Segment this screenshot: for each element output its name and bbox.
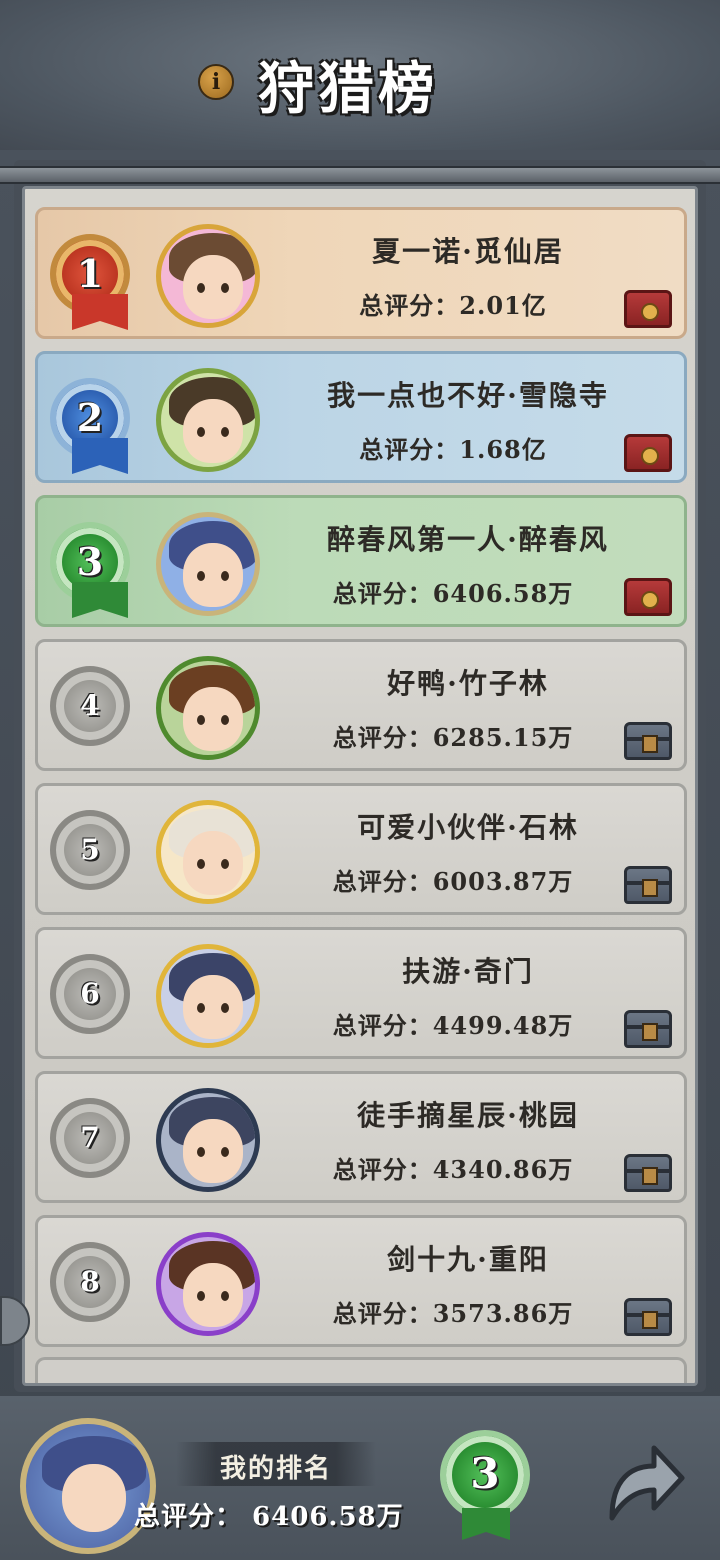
avatar-eye: [197, 1003, 205, 1013]
ranking-list[interactable]: 8 剑十九·重阳总评分：3573.86万 7 徒手摘星辰·桃园总评分：4340.86万…: [22, 186, 698, 1386]
list-item[interactable]: 3 醉春风第一人·醉春风 总评分：6406.58万: [35, 495, 687, 627]
player-score: 总评分：3573.86万: [332, 1299, 574, 1328]
list-item[interactable]: 5 可爱小伙伴·石林总评分：6003.87万: [35, 783, 687, 915]
my-rank-badge: 3: [440, 1430, 530, 1520]
avatar-face: [183, 255, 243, 319]
avatar-eye: [221, 283, 229, 293]
player-avatar[interactable]: [156, 512, 260, 616]
avatar-eye: [197, 859, 205, 869]
page-title: 狩猎榜: [258, 56, 438, 122]
player-name: 剑十九·重阳: [387, 1243, 549, 1276]
player-name: 徒手摘星辰·桃园: [357, 1099, 579, 1132]
info-icon[interactable]: i: [198, 64, 234, 100]
my-rank-label: 我的排名: [219, 1454, 332, 1484]
reward-chest-icon[interactable]: [624, 1298, 672, 1336]
player-avatar[interactable]: [156, 368, 260, 472]
player-avatar[interactable]: [156, 1232, 260, 1336]
avatar-eye: [221, 427, 229, 437]
list-item[interactable]: 1 夏一诺·觅仙居 总评分：2.01亿: [35, 207, 687, 339]
avatar-eye: [221, 1147, 229, 1157]
reward-chest-icon[interactable]: [624, 1154, 672, 1192]
my-total-score: 总评分： 6406.58万: [134, 1502, 404, 1532]
my-avatar-face: [62, 1464, 126, 1532]
reward-chest-icon[interactable]: [624, 434, 672, 472]
player-score: 总评分：6003.87万: [332, 867, 574, 896]
reward-chest-icon[interactable]: [624, 1010, 672, 1048]
scroll-rod: [0, 166, 720, 184]
rank-badge: 6: [50, 954, 130, 1034]
player-name: 醉春风第一人·醉春风: [327, 523, 609, 556]
player-avatar[interactable]: [156, 944, 260, 1048]
rank-number: 5: [80, 833, 100, 866]
avatar-eye: [197, 1147, 205, 1157]
player-score: 总评分：6285.15万: [332, 723, 574, 752]
avatar-eye: [197, 427, 205, 437]
avatar-face: [183, 1119, 243, 1183]
player-name: 夏一诺·觅仙居: [372, 235, 564, 268]
reward-chest-icon[interactable]: [624, 722, 672, 760]
player-score: 总评分：1.68亿: [359, 435, 547, 464]
player-name: 可爱小伙伴·石林: [357, 811, 579, 844]
avatar-eye: [197, 715, 205, 725]
rank-badge: 5: [50, 810, 130, 890]
rank-number: 8: [80, 1265, 100, 1298]
list-item-partial: [35, 1357, 687, 1383]
player-score: 总评分：4499.48万: [332, 1011, 574, 1040]
avatar-eye: [221, 571, 229, 581]
avatar-eye: [221, 859, 229, 869]
player-name: 扶游·奇门: [402, 955, 534, 988]
avatar-eye: [197, 1291, 205, 1301]
avatar-face: [183, 687, 243, 751]
player-score: 总评分：2.01亿: [359, 291, 547, 320]
rank-number: 7: [80, 1121, 100, 1154]
avatar-face: [183, 543, 243, 607]
avatar-eye: [221, 715, 229, 725]
reward-chest-icon[interactable]: [624, 866, 672, 904]
share-arrow-icon[interactable]: [602, 1438, 686, 1530]
reward-chest-icon[interactable]: [624, 578, 672, 616]
rank-badge: 8: [50, 1242, 130, 1322]
list-item[interactable]: 2 我一点也不好·雪隐寺 总评分：1.68亿: [35, 351, 687, 483]
player-avatar[interactable]: [156, 656, 260, 760]
list-item[interactable]: 7 徒手摘星辰·桃园总评分：4340.86万: [35, 1071, 687, 1203]
player-avatar[interactable]: [156, 1088, 260, 1192]
rank-badge: 4: [50, 666, 130, 746]
avatar-face: [183, 1263, 243, 1327]
avatar-eye: [197, 283, 205, 293]
player-name: 好鸭·竹子林: [387, 667, 549, 700]
rank-badge: 7: [50, 1098, 130, 1178]
my-rank-number: 3: [470, 1449, 500, 1498]
player-avatar[interactable]: [156, 224, 260, 328]
avatar-face: [183, 975, 243, 1039]
avatar-face: [183, 831, 243, 895]
rank-ribbon: [72, 294, 128, 330]
avatar-eye: [221, 1003, 229, 1013]
rank-ribbon: [72, 438, 128, 474]
player-score: 总评分：6406.58万: [332, 579, 574, 608]
list-item[interactable]: 4 好鸭·竹子林总评分：6285.15万: [35, 639, 687, 771]
avatar-eye: [197, 571, 205, 581]
list-item[interactable]: 6 扶游·奇门总评分：4499.48万: [35, 927, 687, 1059]
player-avatar[interactable]: [156, 800, 260, 904]
my-avatar[interactable]: [20, 1418, 156, 1554]
player-score: 总评分：4340.86万: [332, 1155, 574, 1184]
rank-number: 6: [80, 977, 100, 1010]
rank-ribbon: [72, 582, 128, 618]
avatar-face: [183, 399, 243, 463]
avatar-eye: [221, 1291, 229, 1301]
reward-chest-icon[interactable]: [624, 290, 672, 328]
rank-number: 4: [80, 689, 100, 722]
list-item[interactable]: 8 剑十九·重阳总评分：3573.86万: [35, 1215, 687, 1347]
player-name: 我一点也不好·雪隐寺: [327, 379, 609, 412]
